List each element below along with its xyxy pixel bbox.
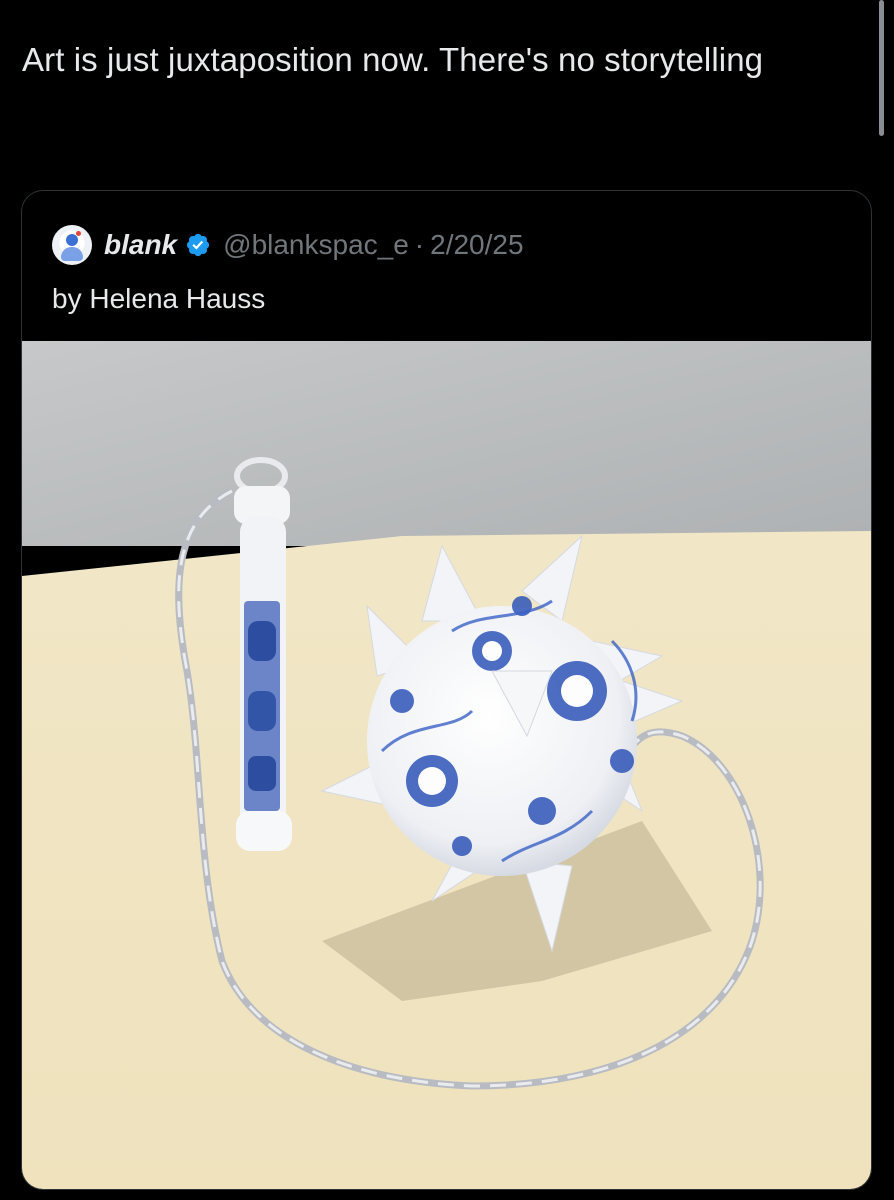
avatar[interactable] xyxy=(52,225,92,265)
verified-badge-icon xyxy=(187,233,210,257)
post-text: Art is just juxtaposition now. There's n… xyxy=(22,41,764,78)
post-image[interactable] xyxy=(22,341,872,1190)
scrollbar[interactable] xyxy=(879,0,884,136)
quoted-post-header: blank @blankspac_e · 2/20/25 xyxy=(52,224,524,266)
separator-dot: · xyxy=(414,229,425,260)
quoted-post-card[interactable]: blank @blankspac_e · 2/20/25 by Helena H… xyxy=(21,190,872,1190)
quoted-post-text: by Helena Hauss xyxy=(52,283,266,314)
author-name[interactable]: blank xyxy=(104,229,177,261)
post-date[interactable]: 2/20/25 xyxy=(430,229,523,261)
author-handle[interactable]: @blankspac_e xyxy=(223,229,409,261)
